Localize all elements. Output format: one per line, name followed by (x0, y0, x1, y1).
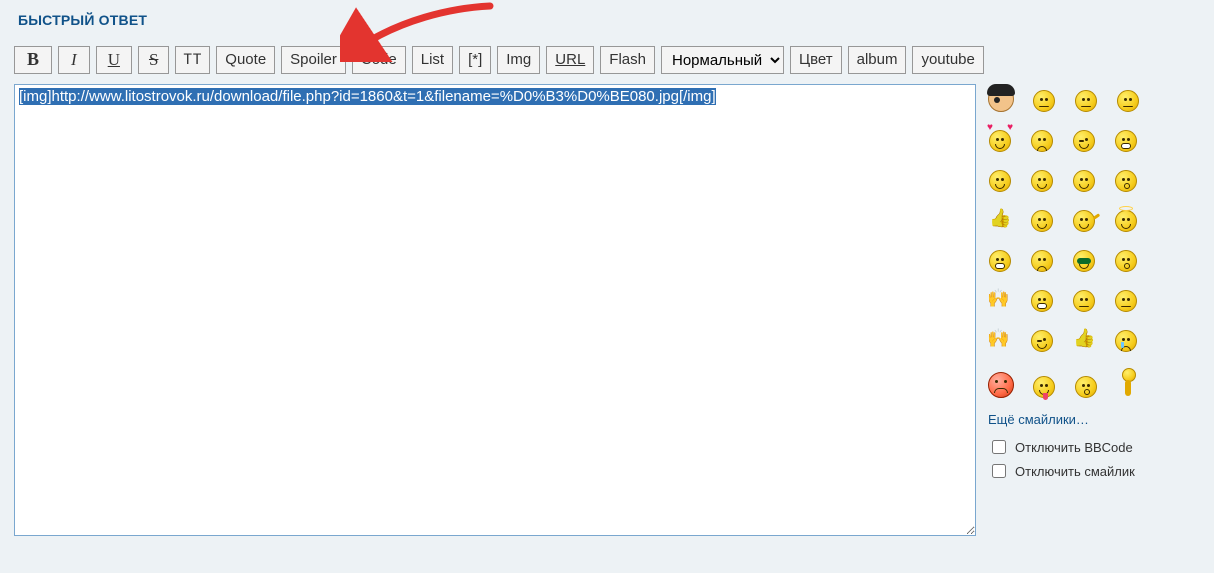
smiley-clap[interactable] (988, 328, 1012, 352)
message-textarea[interactable] (14, 84, 976, 536)
panel-title: БЫСТРЫЙ ОТВЕТ (18, 12, 1200, 28)
bbcode-url-button[interactable]: URL (546, 46, 594, 74)
smiley-glance[interactable] (1030, 208, 1054, 232)
bbcode-underline-button[interactable]: U (96, 46, 132, 74)
option-disable-bbcode[interactable]: Отключить BBCode (988, 437, 1200, 457)
smiley-meh[interactable] (1074, 88, 1098, 112)
more-smileys-link[interactable]: Ещё смайлики… (988, 412, 1200, 427)
smiley-wink2[interactable] (1030, 328, 1054, 352)
bbcode-tt-button[interactable]: TT (175, 46, 210, 74)
bbcode-font-size-select[interactable]: Нормальный (661, 46, 784, 74)
smiley-surprised[interactable] (1114, 168, 1138, 192)
smiley-cry[interactable] (1114, 328, 1138, 352)
smiley-cool[interactable] (1072, 248, 1096, 272)
smiley-wave[interactable] (1072, 208, 1096, 232)
smiley-yell[interactable] (1074, 374, 1098, 398)
smiley-thumb2[interactable] (1072, 328, 1096, 352)
bbcode-spoiler-button[interactable]: Spoiler (281, 46, 346, 74)
smiley-whistle[interactable] (1114, 248, 1138, 272)
smiley-confused[interactable] (1030, 128, 1054, 152)
disable-smileys-checkbox[interactable] (992, 464, 1006, 478)
bbcode-list-button[interactable]: List (412, 46, 453, 74)
smiley-red-angry[interactable] (988, 372, 1014, 398)
bbcode-strike-button[interactable]: S (138, 46, 169, 74)
bbcode-list-item-button[interactable]: [*] (459, 46, 491, 74)
smiley-hearts[interactable] (988, 128, 1012, 152)
disable-bbcode-checkbox[interactable] (992, 440, 1006, 454)
bbcode-quote-button[interactable]: Quote (216, 46, 275, 74)
smiley-grin-wide[interactable] (1030, 288, 1054, 312)
bbcode-flash-button[interactable]: Flash (600, 46, 655, 74)
bbcode-code-button[interactable]: Code (352, 46, 406, 74)
smiley-palette (988, 86, 1178, 398)
smiley-happy[interactable] (1030, 168, 1054, 192)
smiley-thumbs-up[interactable] (988, 208, 1012, 232)
bbcode-album-button[interactable]: album (848, 46, 907, 74)
smiley-tired[interactable] (1032, 88, 1056, 112)
smiley-shy[interactable] (988, 168, 1012, 192)
disable-bbcode-label: Отключить BBCode (1015, 440, 1133, 455)
smiley-unsure[interactable] (1114, 288, 1138, 312)
smiley-hands[interactable] (988, 288, 1012, 312)
smiley-smirk[interactable] (1072, 168, 1096, 192)
smiley-dance[interactable] (1116, 368, 1140, 398)
smiley-sleepy[interactable] (1116, 88, 1140, 112)
bbcode-toolbar: B I U S TT Quote Spoiler Code List [*] I… (14, 46, 1200, 74)
smiley-teeth[interactable] (1114, 128, 1138, 152)
smiley-wink[interactable] (1072, 128, 1096, 152)
bbcode-img-button[interactable]: Img (497, 46, 540, 74)
bbcode-youtube-button[interactable]: youtube (912, 46, 983, 74)
smiley-pirate[interactable] (988, 86, 1014, 112)
bbcode-italic-button[interactable]: I (58, 46, 90, 74)
smiley-halo[interactable] (1114, 208, 1138, 232)
smiley-tongue[interactable] (1032, 374, 1056, 398)
smiley-laugh[interactable] (988, 248, 1012, 272)
smiley-frown[interactable] (1030, 248, 1054, 272)
bbcode-bold-button[interactable]: B (14, 46, 52, 74)
option-disable-smileys[interactable]: Отключить смайлик (988, 461, 1200, 481)
smiley-wary[interactable] (1072, 288, 1096, 312)
bbcode-color-button[interactable]: Цвет (790, 46, 842, 74)
disable-smileys-label: Отключить смайлик (1015, 464, 1135, 479)
